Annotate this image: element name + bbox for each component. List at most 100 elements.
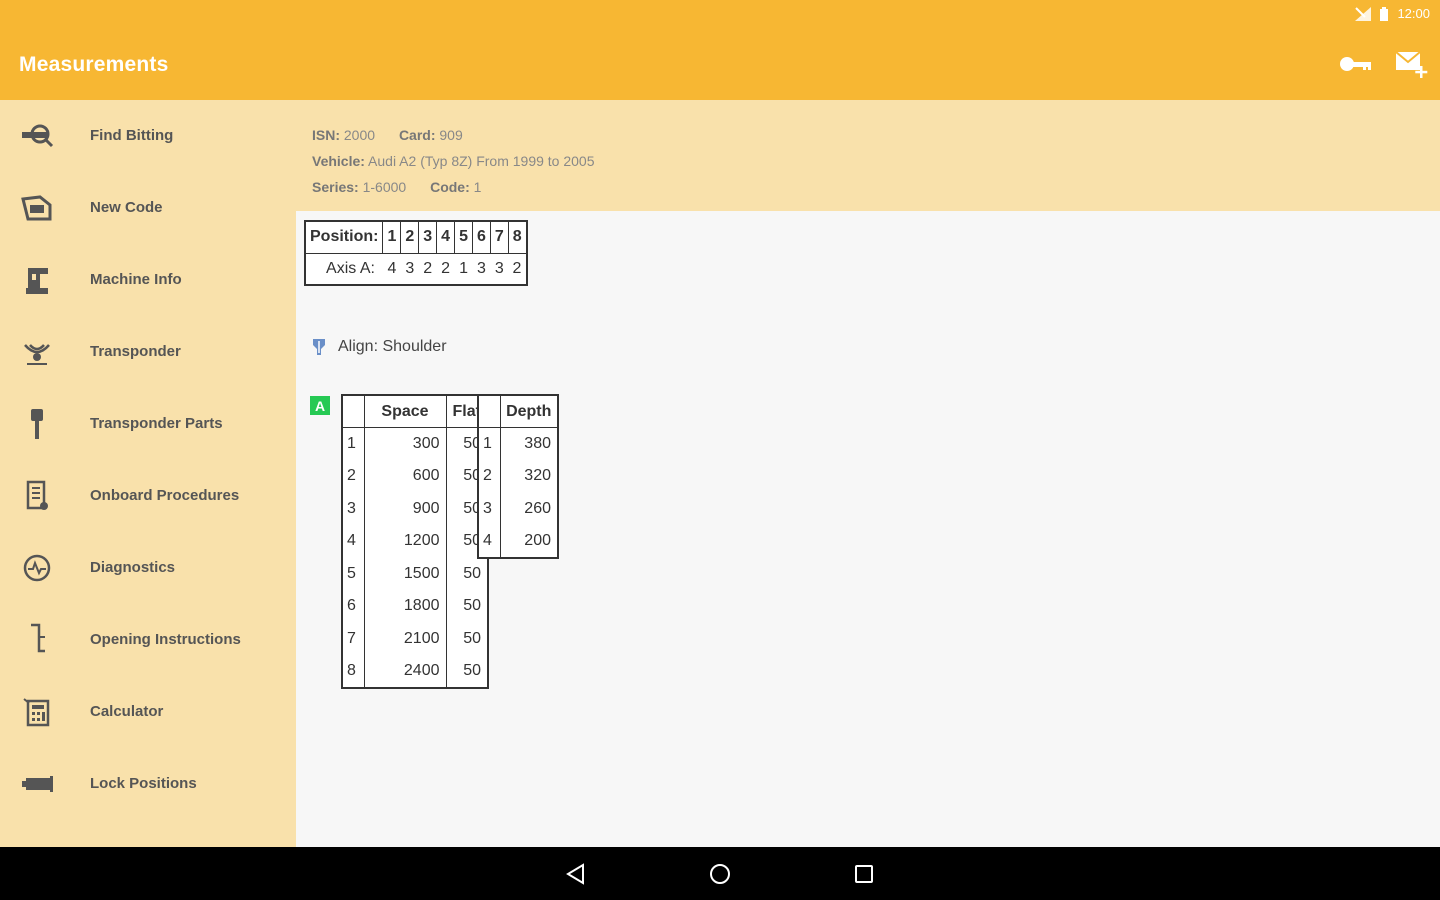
table-row: 5 1500 50 (341, 557, 488, 590)
position-cell: 8 (507, 220, 528, 254)
row-index: 3 (477, 492, 500, 525)
axis-a-cell: 3 (405, 259, 415, 277)
space-cell: 1200 (363, 525, 446, 558)
isn-label: ISN: (312, 127, 340, 143)
axis-a-cell: 3 (476, 259, 486, 277)
space-cell: 300 (363, 427, 446, 460)
opening-instructions-icon (18, 621, 56, 659)
home-button[interactable] (705, 859, 735, 889)
machine-icon (18, 261, 56, 299)
axis-a-label: Axis A: (326, 259, 375, 277)
row-index: 7 (341, 622, 364, 655)
depth-cell: 260 (499, 492, 558, 525)
status-bar: 12:00 (1355, 6, 1430, 21)
recents-button[interactable] (849, 859, 879, 889)
sidebar-item-new-code[interactable]: New Code (0, 172, 296, 244)
code-value: 1 (473, 179, 482, 195)
row-index: 6 (341, 590, 364, 623)
new-code-icon (18, 189, 56, 227)
table-row: 1 380 (477, 427, 558, 460)
axis-a-cell: 3 (494, 259, 504, 277)
key-icon (1340, 57, 1371, 71)
table-row: 1 300 50 (341, 427, 488, 460)
position-header-row: Position: 1 2 3 4 5 6 7 8 (304, 220, 528, 254)
home-icon (710, 864, 730, 884)
row-index: 4 (341, 525, 364, 558)
back-icon (566, 863, 584, 885)
find-bitting-icon (18, 117, 56, 155)
position-cell: 3 (418, 220, 438, 254)
align-text: Align: Shoulder (338, 338, 447, 355)
depth-header-depth: Depth (499, 394, 559, 428)
depth-cell: 380 (499, 427, 558, 460)
row-index: 8 (341, 655, 364, 688)
signal-icon (1355, 6, 1372, 21)
position-cell: 1 (382, 220, 402, 254)
recents-icon (855, 865, 873, 883)
space-header-index (341, 394, 365, 428)
back-button[interactable] (561, 859, 591, 889)
sidebar-item-find-bitting[interactable]: Find Bitting (0, 100, 296, 172)
table-row: 4 200 (477, 525, 558, 558)
isn-card-row: ISN: 2000 Card: 909 (312, 122, 1440, 148)
row-index: 1 (477, 427, 500, 460)
space-cell: 2400 (363, 655, 446, 688)
axis-a-cell: 2 (441, 259, 451, 277)
clock: 12:00 (1397, 6, 1430, 21)
sidebar-item-lock-positions[interactable]: Lock Positions (0, 748, 296, 820)
position-cell: 4 (436, 220, 456, 254)
app-bar: 12:00 Measurements (0, 0, 1440, 100)
calculator-icon (18, 693, 56, 731)
compose-mail-button[interactable] (1394, 46, 1430, 82)
shoulder-align-icon (313, 339, 325, 355)
sidebar-item-transponder[interactable]: Transponder (0, 316, 296, 388)
table-row: 8 2400 50 (341, 655, 488, 688)
axis-a-cell: 4 (387, 259, 397, 277)
row-index: 2 (477, 460, 500, 493)
code-label: Code: (430, 179, 470, 195)
key-button[interactable] (1338, 46, 1374, 82)
battery-icon (1379, 6, 1389, 21)
depth-cell: 200 (499, 525, 558, 558)
row-index: 1 (341, 427, 364, 460)
depth-header-index (477, 394, 501, 428)
series-code-row: Series: 1-6000 Code: 1 (312, 174, 1440, 200)
sidebar-item-transponder-parts[interactable]: Transponder Parts (0, 388, 296, 460)
space-cell: 1800 (363, 590, 446, 623)
table-row: 2 600 50 (341, 460, 488, 493)
position-cell: 5 (454, 220, 473, 254)
transponder-icon (18, 333, 56, 371)
table-row: 3 260 (477, 492, 558, 525)
vehicle-value: Audi A2 (Typ 8Z) From 1999 to 2005 (368, 153, 595, 169)
sidebar-item-calculator[interactable]: Calculator (0, 676, 296, 748)
align-note: Align: Shoulder (310, 337, 447, 357)
series-value: 1-6000 (362, 179, 407, 195)
sidebar: Find Bitting New Code Machine Info Trans… (0, 100, 296, 847)
sidebar-item-machine-info[interactable]: Machine Info (0, 244, 296, 316)
position-table: Position: 1 2 3 4 5 6 7 8 Axis A: 4 3 2 … (304, 220, 528, 286)
vehicle-info-panel: ISN: 2000 Card: 909 Vehicle: Audi A2 (Ty… (296, 100, 1440, 211)
table-row: 4 1200 50 (341, 525, 488, 558)
depth-table: Depth 1 380 2 320 3 260 4 200 (477, 394, 559, 559)
flat-cell: 50 (445, 622, 488, 655)
flat-cell: 50 (445, 557, 488, 590)
depth-header-row: Depth (477, 394, 559, 428)
diagnostics-icon (18, 549, 56, 587)
axis-a-cell: 2 (512, 259, 522, 277)
sidebar-item-diagnostics[interactable]: Diagnostics (0, 532, 296, 604)
mail-add-icon (1395, 51, 1428, 78)
axis-badge: A (310, 396, 330, 415)
axis-a-cell: 2 (423, 259, 433, 277)
space-cell: 600 (363, 460, 446, 493)
space-header-space: Space (363, 394, 447, 428)
position-cell: 7 (489, 220, 509, 254)
axis-a-cell: 1 (459, 259, 468, 277)
main-content: Position: 1 2 3 4 5 6 7 8 Axis A: 4 3 2 … (296, 211, 1440, 847)
table-row: 2 320 (477, 460, 558, 493)
sidebar-item-opening-instructions[interactable]: Opening Instructions (0, 604, 296, 676)
row-index: 4 (477, 525, 500, 558)
series-label: Series: (312, 179, 359, 195)
table-row: 6 1800 50 (341, 590, 488, 623)
sidebar-item-onboard-procedures[interactable]: Onboard Procedures (0, 460, 296, 532)
vehicle-label: Vehicle: (312, 153, 365, 169)
